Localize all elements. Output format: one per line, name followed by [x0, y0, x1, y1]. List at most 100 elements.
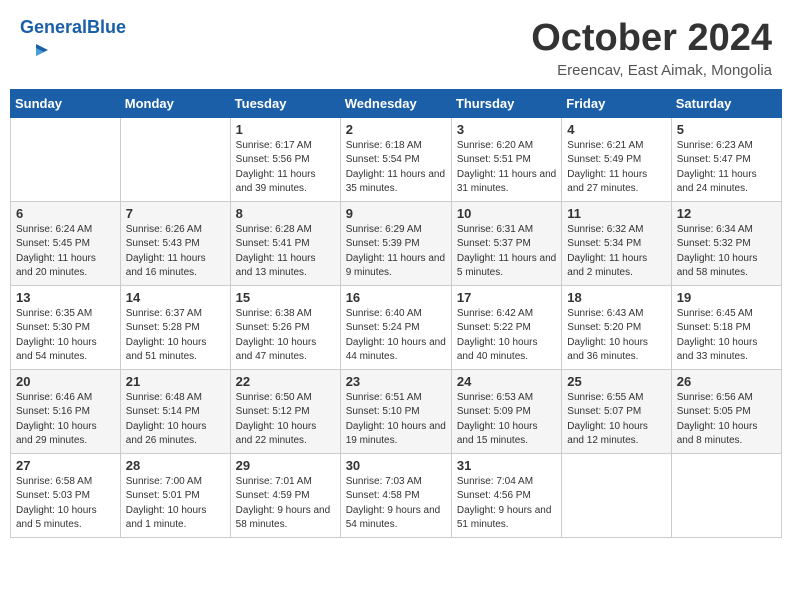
day-info: Sunrise: 6:50 AM Sunset: 5:12 PM Dayligh…	[236, 391, 335, 449]
logo-blue: Blue	[87, 17, 126, 37]
logo-general: General	[20, 17, 87, 37]
page-header: GeneralBlue October 2024 Ereencav, East …	[10, 10, 782, 83]
sunset-text: Sunset: 5:56 PM	[236, 154, 310, 165]
table-row: 14 Sunrise: 6:37 AM Sunset: 5:28 PM Dayl…	[120, 285, 230, 369]
table-row: 28 Sunrise: 7:00 AM Sunset: 5:01 PM Dayl…	[120, 453, 230, 537]
daylight-text: Daylight: 9 hours and 54 minutes.	[346, 505, 441, 531]
daylight-text: Daylight: 10 hours and 47 minutes.	[236, 337, 317, 363]
sunrise-text: Sunrise: 6:38 AM	[236, 308, 312, 319]
day-number: 7	[126, 206, 225, 221]
sunrise-text: Sunrise: 6:24 AM	[16, 224, 92, 235]
calendar-week-row: 20 Sunrise: 6:46 AM Sunset: 5:16 PM Dayl…	[11, 369, 782, 453]
col-thursday: Thursday	[451, 89, 561, 117]
daylight-text: Daylight: 10 hours and 51 minutes.	[126, 337, 207, 363]
daylight-text: Daylight: 10 hours and 33 minutes.	[677, 337, 758, 363]
table-row: 18 Sunrise: 6:43 AM Sunset: 5:20 PM Dayl…	[562, 285, 671, 369]
table-row: 11 Sunrise: 6:32 AM Sunset: 5:34 PM Dayl…	[562, 201, 671, 285]
sunset-text: Sunset: 5:26 PM	[236, 322, 310, 333]
day-info: Sunrise: 6:46 AM Sunset: 5:16 PM Dayligh…	[16, 391, 115, 449]
col-wednesday: Wednesday	[340, 89, 451, 117]
day-number: 18	[567, 290, 665, 305]
sunset-text: Sunset: 5:03 PM	[16, 490, 90, 501]
daylight-text: Daylight: 11 hours and 2 minutes.	[567, 253, 647, 279]
daylight-text: Daylight: 11 hours and 9 minutes.	[346, 253, 445, 279]
day-number: 3	[457, 122, 556, 137]
col-saturday: Saturday	[671, 89, 781, 117]
table-row: 27 Sunrise: 6:58 AM Sunset: 5:03 PM Dayl…	[11, 453, 121, 537]
sunset-text: Sunset: 5:20 PM	[567, 322, 641, 333]
table-row: 1 Sunrise: 6:17 AM Sunset: 5:56 PM Dayli…	[230, 117, 340, 201]
daylight-text: Daylight: 10 hours and 26 minutes.	[126, 421, 207, 447]
sunrise-text: Sunrise: 6:26 AM	[126, 224, 202, 235]
day-info: Sunrise: 7:00 AM Sunset: 5:01 PM Dayligh…	[126, 475, 225, 533]
table-row: 26 Sunrise: 6:56 AM Sunset: 5:05 PM Dayl…	[671, 369, 781, 453]
sunset-text: Sunset: 5:32 PM	[677, 238, 751, 249]
day-info: Sunrise: 6:42 AM Sunset: 5:22 PM Dayligh…	[457, 307, 556, 365]
daylight-text: Daylight: 10 hours and 44 minutes.	[346, 337, 446, 363]
day-info: Sunrise: 6:48 AM Sunset: 5:14 PM Dayligh…	[126, 391, 225, 449]
sunset-text: Sunset: 5:24 PM	[346, 322, 420, 333]
daylight-text: Daylight: 10 hours and 19 minutes.	[346, 421, 446, 447]
day-info: Sunrise: 6:34 AM Sunset: 5:32 PM Dayligh…	[677, 223, 776, 281]
sunset-text: Sunset: 5:18 PM	[677, 322, 751, 333]
day-number: 16	[346, 290, 446, 305]
day-number: 15	[236, 290, 335, 305]
table-row: 8 Sunrise: 6:28 AM Sunset: 5:41 PM Dayli…	[230, 201, 340, 285]
col-friday: Friday	[562, 89, 671, 117]
table-row: 13 Sunrise: 6:35 AM Sunset: 5:30 PM Dayl…	[11, 285, 121, 369]
day-info: Sunrise: 6:37 AM Sunset: 5:28 PM Dayligh…	[126, 307, 225, 365]
sunrise-text: Sunrise: 6:51 AM	[346, 392, 422, 403]
day-number: 13	[16, 290, 115, 305]
day-number: 27	[16, 458, 115, 473]
sunset-text: Sunset: 5:14 PM	[126, 406, 200, 417]
sunset-text: Sunset: 5:41 PM	[236, 238, 310, 249]
daylight-text: Daylight: 10 hours and 36 minutes.	[567, 337, 648, 363]
day-number: 20	[16, 374, 115, 389]
day-info: Sunrise: 6:45 AM Sunset: 5:18 PM Dayligh…	[677, 307, 776, 365]
table-row: 15 Sunrise: 6:38 AM Sunset: 5:26 PM Dayl…	[230, 285, 340, 369]
daylight-text: Daylight: 9 hours and 51 minutes.	[457, 505, 552, 531]
table-row	[120, 117, 230, 201]
day-number: 30	[346, 458, 446, 473]
daylight-text: Daylight: 9 hours and 58 minutes.	[236, 505, 331, 531]
month-title: October 2024	[531, 18, 772, 60]
daylight-text: Daylight: 10 hours and 8 minutes.	[677, 421, 758, 447]
day-number: 28	[126, 458, 225, 473]
sunrise-text: Sunrise: 6:29 AM	[346, 224, 422, 235]
daylight-text: Daylight: 10 hours and 5 minutes.	[16, 505, 97, 531]
daylight-text: Daylight: 10 hours and 40 minutes.	[457, 337, 538, 363]
sunrise-text: Sunrise: 6:17 AM	[236, 140, 312, 151]
day-number: 29	[236, 458, 335, 473]
day-number: 9	[346, 206, 446, 221]
daylight-text: Daylight: 10 hours and 58 minutes.	[677, 253, 758, 279]
day-number: 11	[567, 206, 665, 221]
table-row: 31 Sunrise: 7:04 AM Sunset: 4:56 PM Dayl…	[451, 453, 561, 537]
day-number: 25	[567, 374, 665, 389]
sunset-text: Sunset: 4:58 PM	[346, 490, 420, 501]
sunrise-text: Sunrise: 6:46 AM	[16, 392, 92, 403]
sunrise-text: Sunrise: 6:55 AM	[567, 392, 643, 403]
day-number: 4	[567, 122, 665, 137]
day-info: Sunrise: 6:28 AM Sunset: 5:41 PM Dayligh…	[236, 223, 335, 281]
col-tuesday: Tuesday	[230, 89, 340, 117]
daylight-text: Daylight: 11 hours and 24 minutes.	[677, 169, 757, 195]
sunrise-text: Sunrise: 6:53 AM	[457, 392, 533, 403]
table-row	[671, 453, 781, 537]
day-info: Sunrise: 6:58 AM Sunset: 5:03 PM Dayligh…	[16, 475, 115, 533]
title-section: October 2024 Ereencav, East Aimak, Mongo…	[531, 18, 772, 79]
daylight-text: Daylight: 10 hours and 1 minute.	[126, 505, 207, 531]
day-info: Sunrise: 7:03 AM Sunset: 4:58 PM Dayligh…	[346, 475, 446, 533]
sunset-text: Sunset: 5:09 PM	[457, 406, 531, 417]
sunset-text: Sunset: 5:51 PM	[457, 154, 531, 165]
table-row: 29 Sunrise: 7:01 AM Sunset: 4:59 PM Dayl…	[230, 453, 340, 537]
day-info: Sunrise: 6:38 AM Sunset: 5:26 PM Dayligh…	[236, 307, 335, 365]
daylight-text: Daylight: 10 hours and 29 minutes.	[16, 421, 97, 447]
day-info: Sunrise: 6:32 AM Sunset: 5:34 PM Dayligh…	[567, 223, 665, 281]
day-number: 21	[126, 374, 225, 389]
calendar-table: Sunday Monday Tuesday Wednesday Thursday…	[10, 89, 782, 538]
sunrise-text: Sunrise: 6:37 AM	[126, 308, 202, 319]
calendar-week-row: 27 Sunrise: 6:58 AM Sunset: 5:03 PM Dayl…	[11, 453, 782, 537]
day-number: 14	[126, 290, 225, 305]
daylight-text: Daylight: 11 hours and 31 minutes.	[457, 169, 556, 195]
sunrise-text: Sunrise: 6:50 AM	[236, 392, 312, 403]
